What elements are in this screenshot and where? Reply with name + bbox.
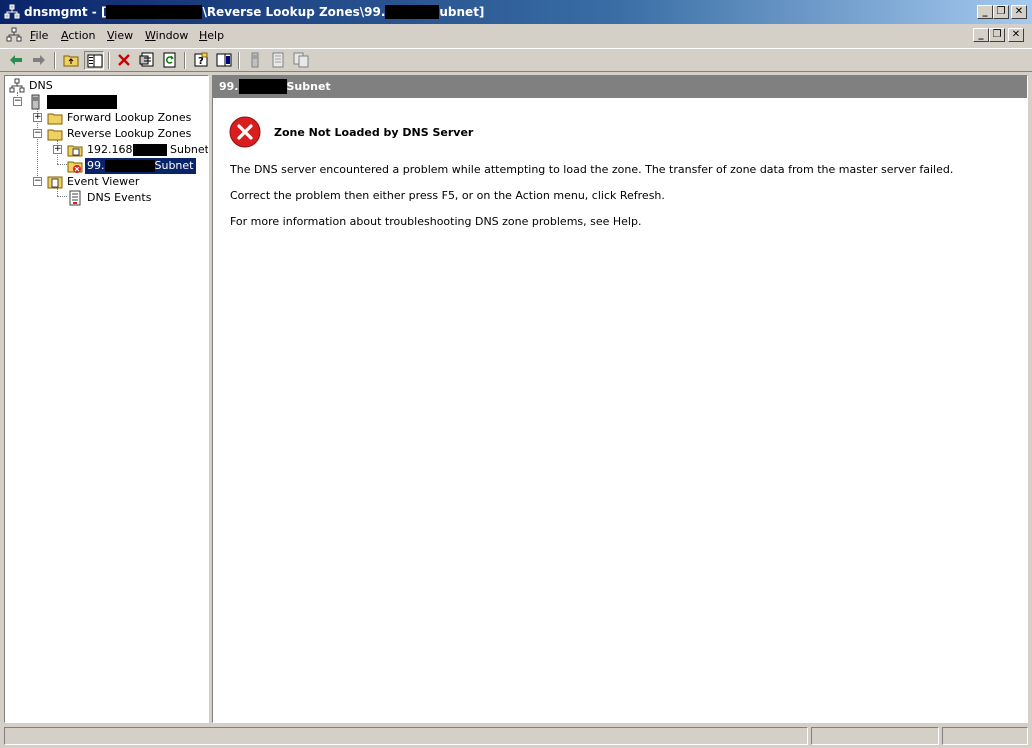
up-level-button[interactable] (61, 51, 81, 70)
dns-app-icon (4, 4, 20, 19)
error-icon (229, 116, 261, 148)
result-pane: 99. Subnet Zone Not Loaded by DNS Server … (212, 75, 1028, 723)
show-hide-action-pane-button[interactable] (214, 51, 234, 70)
redacted-block (385, 5, 440, 19)
refresh-icon (163, 52, 176, 68)
tree-label-zone-192: 192.168 Subnet (87, 143, 209, 156)
svg-text:?: ? (198, 56, 204, 67)
properties-icon (139, 52, 154, 67)
expand-icon[interactable]: + (33, 113, 42, 122)
zone-error-icon (67, 161, 83, 173)
help-instruction: For more information about troubleshooti… (230, 215, 642, 228)
toolbar-separator (108, 52, 110, 69)
title-bar[interactable]: dnsmgmt - [ \Reverse Lookup Zones\99. ubne… (0, 0, 1032, 24)
properties-button[interactable] (137, 51, 157, 70)
delete-button[interactable] (114, 51, 134, 70)
show-hide-tree-button[interactable] (84, 51, 104, 70)
child-minimize-button[interactable]: _ (973, 28, 989, 42)
redacted-block (106, 5, 203, 19)
refresh-instruction: Correct the problem then either press F5… (230, 189, 665, 202)
tree-item-server[interactable]: − (5, 94, 205, 110)
toolbar-separator (54, 52, 56, 69)
menu-bar: File Action View Window Help _ ❐ ✕ (0, 25, 1032, 47)
tree-label-zone-99: 99. Subnet (84, 157, 197, 175)
menu-action[interactable]: Action (61, 29, 95, 42)
folder-up-icon (63, 55, 79, 67)
tree-item-event-viewer[interactable]: − Event Viewer (5, 174, 205, 190)
tree-item-reverse-lookup-zones[interactable]: − Reverse Lookup Zones (5, 126, 205, 142)
server-button[interactable] (245, 51, 265, 70)
window-title: dnsmgmt - [ \Reverse Lookup Zones\99. ubne… (24, 5, 484, 19)
error-message: The DNS server encountered a problem whi… (230, 163, 954, 176)
copy-records-button[interactable] (291, 51, 311, 70)
child-close-button[interactable]: ✕ (1008, 28, 1024, 42)
menu-file[interactable]: File (30, 29, 48, 42)
new-record-button[interactable] (268, 51, 288, 70)
console-tree[interactable]: DNS − + Forward Lookup Zones − Reverse L… (4, 75, 209, 723)
event-log-icon (69, 190, 81, 206)
back-arrow-icon (10, 55, 22, 65)
tree-item-dns-events[interactable]: DNS Events (5, 190, 205, 206)
toolbar-separator (184, 52, 186, 69)
server-icon (251, 52, 259, 68)
delete-x-icon (118, 54, 130, 66)
title-prefix: dnsmgmt - [ (24, 5, 107, 19)
tree-label-dns: DNS (29, 79, 53, 92)
tree-item-zone-99[interactable]: 99. Subnet (5, 157, 205, 175)
refresh-button[interactable] (160, 51, 180, 70)
dns-console-icon (6, 27, 22, 42)
tree-label-reverse: Reverse Lookup Zones (67, 127, 192, 140)
tree-item-zone-192[interactable]: + 192.168 Subnet (5, 142, 208, 158)
collapse-icon[interactable]: − (33, 129, 42, 138)
tree-label-event-viewer: Event Viewer (67, 175, 140, 188)
console-tree-icon (87, 54, 103, 68)
toolbar: ? (0, 48, 1032, 72)
title-suffix: ubnet] (439, 5, 485, 19)
action-pane-icon (216, 53, 232, 67)
toolbar-separator (238, 52, 240, 69)
event-viewer-icon (47, 176, 63, 189)
help-button[interactable]: ? (191, 51, 211, 70)
status-panel-2 (811, 727, 939, 745)
tree-label-dns-events: DNS Events (87, 191, 152, 204)
menu-view[interactable]: View (107, 29, 133, 42)
collapse-icon[interactable]: − (13, 97, 22, 106)
tree-label-forward: Forward Lookup Zones (67, 111, 192, 124)
zone-icon (67, 145, 83, 157)
forward-button[interactable] (29, 51, 49, 70)
folder-open-icon (47, 129, 63, 141)
status-bar (0, 725, 1032, 748)
tree-item-dns[interactable]: DNS (5, 78, 205, 94)
back-button[interactable] (6, 51, 26, 70)
tree-item-forward-lookup-zones[interactable]: + Forward Lookup Zones (5, 110, 205, 126)
folder-icon (47, 113, 63, 125)
error-title: Zone Not Loaded by DNS Server (274, 126, 474, 139)
status-panel-3 (942, 727, 1028, 745)
menu-window[interactable]: Window (145, 29, 188, 42)
server-icon (31, 94, 40, 110)
close-button[interactable]: ✕ (1011, 5, 1027, 19)
forward-arrow-icon (33, 55, 45, 65)
child-restore-button[interactable]: ❐ (989, 28, 1005, 42)
help-icon: ? (194, 52, 208, 67)
copy-sheets-icon (293, 52, 309, 68)
status-panel-main (4, 727, 808, 745)
restore-button[interactable]: ❐ (993, 5, 1009, 19)
record-sheet-icon (272, 52, 284, 68)
redacted-server-name (47, 95, 117, 109)
collapse-icon[interactable]: − (33, 177, 42, 186)
minimize-button[interactable]: _ (977, 5, 993, 19)
result-pane-header: 99. Subnet (213, 76, 1027, 98)
dns-root-icon (9, 78, 25, 93)
title-middle: \Reverse Lookup Zones\99. (202, 5, 386, 19)
menu-help[interactable]: Help (199, 29, 224, 42)
expand-icon[interactable]: + (53, 145, 62, 154)
